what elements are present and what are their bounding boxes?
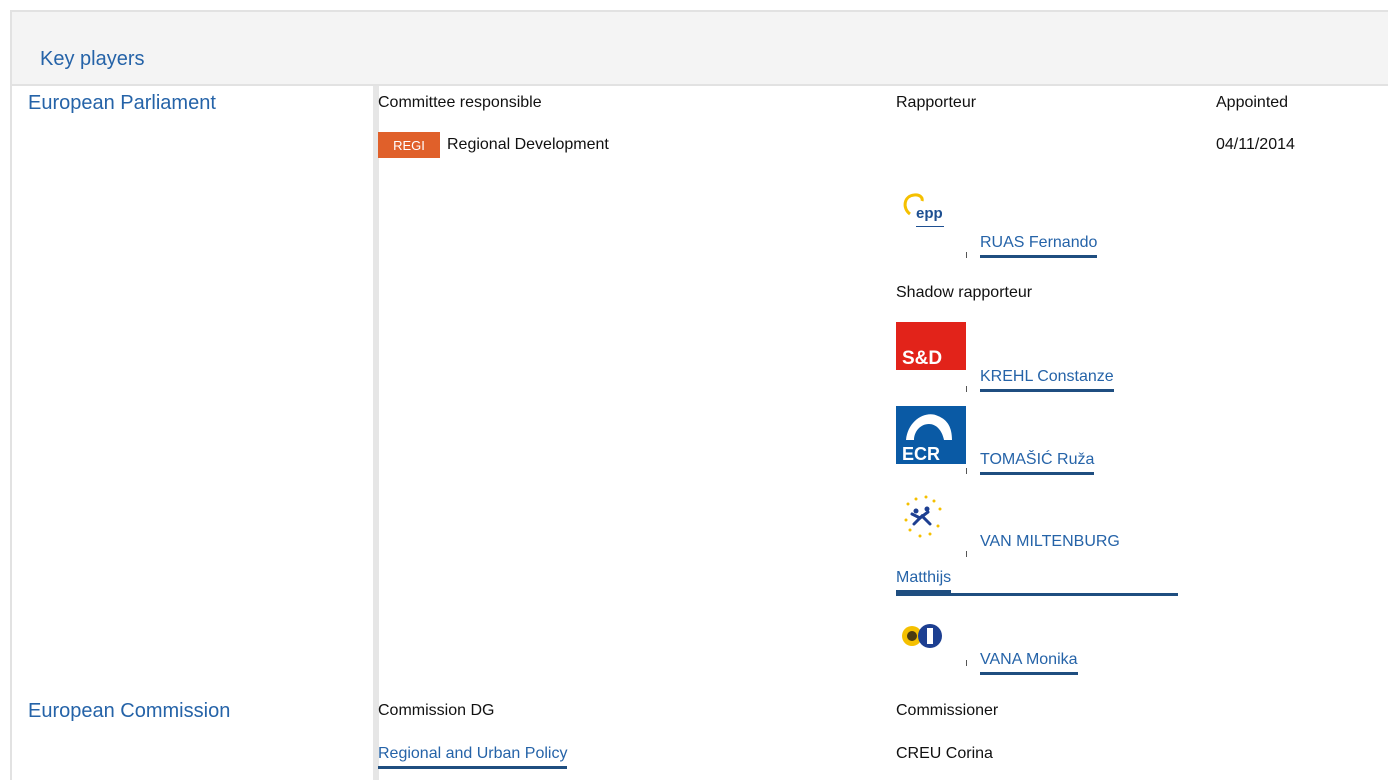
epp-logo-icon: epp (896, 188, 966, 236)
appointed-header: Appointed (1216, 94, 1289, 111)
sd-logo-icon: S&D (896, 322, 966, 370)
svg-text:epp: epp (916, 205, 943, 222)
shadow-rapporteur-link[interactable]: KREHL Constanze (980, 367, 1114, 392)
committee-responsible-header: Committee responsible (378, 94, 542, 111)
svg-text:S&D: S&D (902, 348, 942, 369)
separator-mark (966, 252, 967, 258)
shadow-rapporteur-link-line2[interactable]: Matthijs (896, 568, 952, 593)
shadow-rapporteur-label: Shadow rapporteur (896, 284, 1033, 301)
key-players-panel (10, 10, 1388, 780)
shadow-rapporteur-link[interactable]: TOMAŠIĆ Ruža (980, 450, 1095, 475)
committee-name: Regional Development (447, 136, 609, 153)
column-divider (373, 86, 379, 780)
svg-text:ECR: ECR (902, 444, 940, 464)
institution-european-parliament: European Parliament (28, 92, 216, 114)
alde-logo-icon (896, 492, 966, 540)
rapporteur-header: Rapporteur (896, 94, 977, 111)
commissioner-name: CREU Corina (896, 745, 993, 762)
committee-badge-regi[interactable]: REGI (378, 132, 440, 158)
greens-efa-logo-icon (896, 618, 966, 654)
commissioner-header: Commissioner (896, 702, 999, 719)
section-header: Key players (12, 12, 1388, 86)
separator-mark (966, 551, 967, 557)
shadow-rapporteur-link[interactable]: VANA Monika (980, 650, 1078, 675)
ecr-logo-icon: ECR (896, 406, 966, 464)
separator-mark (966, 468, 967, 474)
separator-mark (966, 386, 967, 392)
section-title: Key players (40, 48, 145, 70)
shadow-rapporteur-link-line1[interactable]: VAN MILTENBURG (980, 532, 1120, 554)
rapporteur-link[interactable]: RUAS Fernando (980, 233, 1098, 258)
link-underline (896, 593, 1178, 596)
commission-dg-link[interactable]: Regional and Urban Policy (378, 744, 568, 769)
separator-mark (966, 660, 967, 666)
appointed-date: 04/11/2014 (1216, 136, 1295, 153)
institution-european-commission: European Commission (28, 700, 231, 722)
commission-dg-header: Commission DG (378, 702, 495, 719)
